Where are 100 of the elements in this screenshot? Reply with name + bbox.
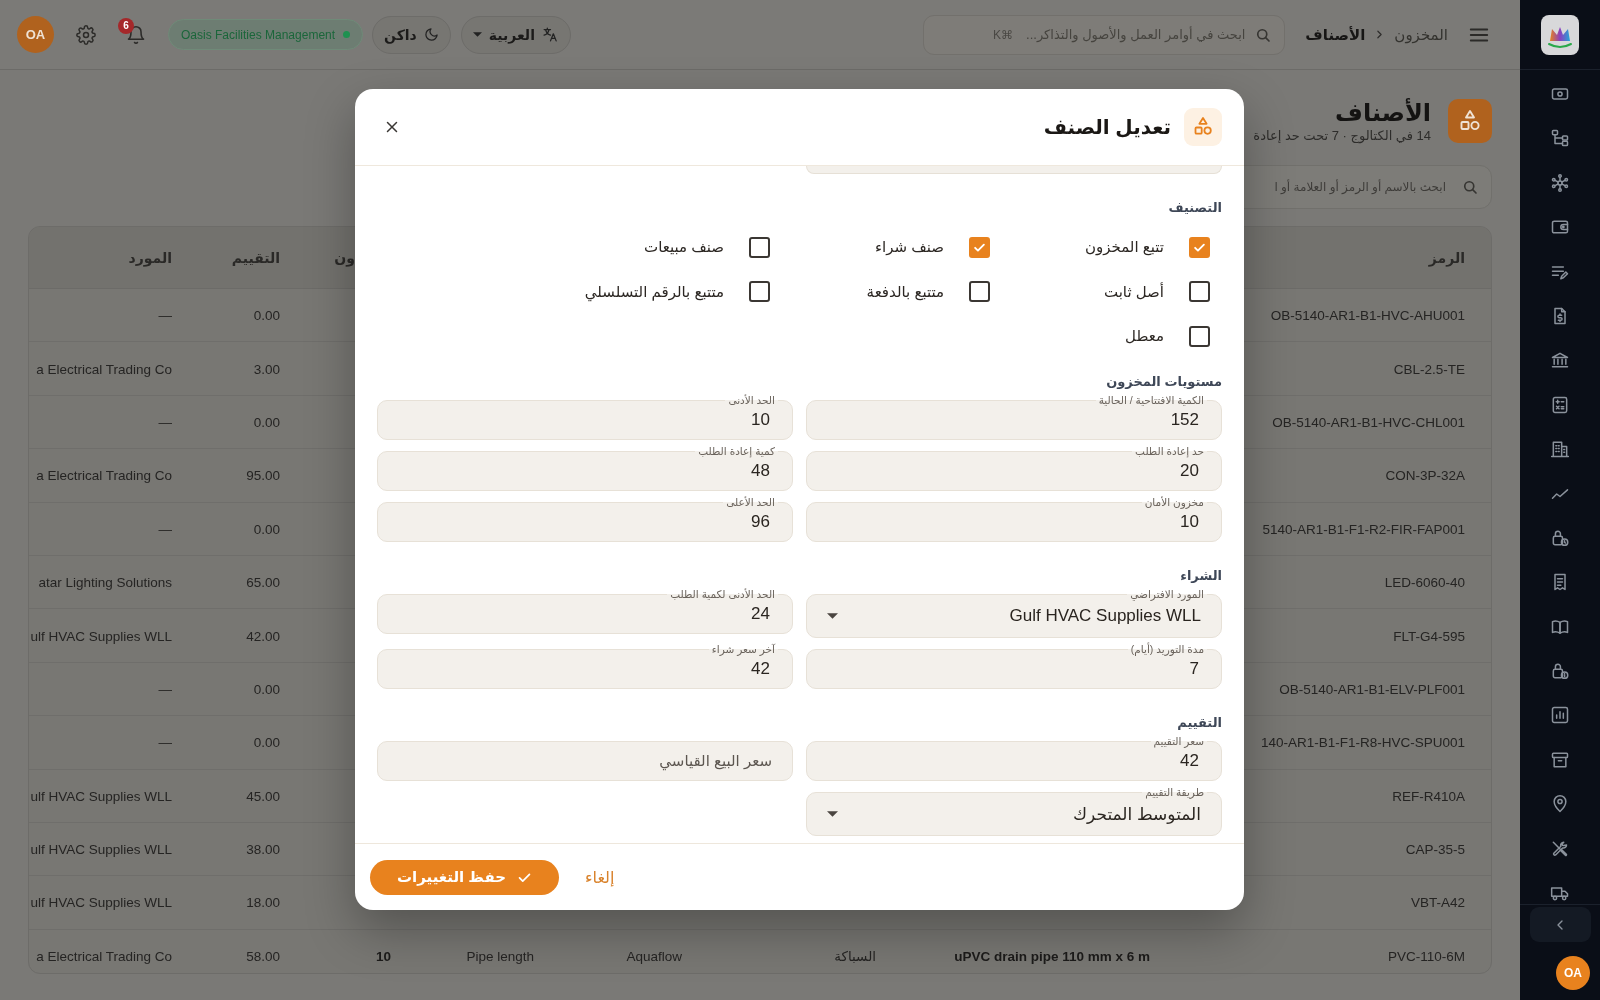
checkbox-label[interactable]: صنف مبيعات — [644, 238, 724, 257]
notification-badge: 6 — [118, 17, 134, 34]
checkbox-label[interactable]: صنف شراء — [874, 238, 944, 257]
field-label: الكمية الافتتاحية / الحالية — [1095, 394, 1207, 406]
caret-icon — [827, 613, 838, 619]
valuation-value: 0.00 — [253, 681, 280, 697]
item-code: LED-6060-40 — [1384, 575, 1465, 591]
field-label: كمية إعادة الطلب — [695, 445, 778, 457]
item-code: 5140-AR1-B1-F1-R2-FIR-FAP001 — [1262, 521, 1465, 537]
column-header: المورد — [128, 249, 172, 266]
field-label: طريقة التقييم — [1142, 786, 1207, 798]
quantity-text: 10 — [375, 948, 391, 964]
logo-icon[interactable] — [1541, 14, 1579, 55]
item-code: CON-3P-32A — [1385, 468, 1465, 484]
section-title: التقييم — [1177, 716, 1222, 730]
valuation-value: 18.00 — [246, 895, 280, 911]
attribute-text: Pipe length — [466, 948, 534, 964]
search-icon — [1461, 178, 1479, 196]
padlock-info-icon[interactable] — [1550, 661, 1570, 682]
checkbox-label[interactable]: تتبع المخزون — [1085, 238, 1164, 257]
column-header: التقييم — [231, 249, 280, 266]
section-title: الشراء — [1180, 569, 1222, 583]
field-label: الحد الأدنى — [725, 394, 778, 406]
valuation-value: 0.00 — [253, 414, 280, 430]
input-field[interactable]: سعر البيع القياسي — [377, 741, 793, 781]
item-code: REF-R410A — [1392, 788, 1465, 804]
bar-chart-icon[interactable] — [1550, 705, 1570, 726]
theme-button[interactable]: داكن — [372, 15, 451, 54]
calculator-icon[interactable] — [1550, 394, 1570, 415]
item-code: CBL-2.5-TE — [1393, 361, 1465, 377]
translate-icon — [541, 26, 559, 43]
caret-icon — [472, 32, 482, 37]
user-avatar[interactable]: OA — [17, 16, 54, 53]
moon-icon — [423, 27, 439, 42]
item-code: 140-AR1-B1-F1-R8-HVC-SPU001 — [1260, 735, 1465, 751]
network-icon[interactable] — [1550, 172, 1570, 193]
building-icon[interactable] — [1550, 439, 1570, 460]
checkbox[interactable] — [1189, 281, 1210, 303]
checkbox[interactable] — [1189, 236, 1210, 258]
item-code: FLT-G4-595 — [1393, 628, 1465, 644]
shapes-icon — [1448, 98, 1492, 143]
field-label: حد إعادة الطلب — [1132, 445, 1207, 457]
map-pin-icon[interactable] — [1550, 794, 1570, 815]
caret-icon — [827, 811, 838, 817]
field-label: مخزون الأمان — [1141, 496, 1207, 508]
checkbox[interactable] — [969, 281, 990, 303]
valuation-value: 0.00 — [253, 308, 280, 324]
category-text: السباكة — [834, 948, 876, 964]
shapes-icon — [1184, 108, 1222, 146]
column-header: الرمز — [1428, 249, 1465, 266]
dialog-title: تعديل الصنف — [1043, 115, 1171, 139]
sitemap-icon[interactable] — [1550, 128, 1570, 149]
supplier-text: — — [158, 308, 172, 324]
supplier-text: — — [158, 414, 172, 430]
checkbox[interactable] — [969, 236, 990, 258]
valuation-value: 95.00 — [246, 468, 280, 484]
supplier-text: ulf HVAC Supplies WLL — [30, 788, 172, 804]
breadcrumb-link[interactable]: الأصناف — [1305, 25, 1366, 44]
supplier-text: a Electrical Trading Co — [36, 468, 172, 484]
valuation-value: 38.00 — [246, 842, 280, 858]
valuation-value: 3.00 — [253, 361, 280, 377]
checkbox-label[interactable]: أصل ثابت — [1103, 282, 1164, 301]
field-label: مدة التوريد (أيام) — [1127, 643, 1207, 655]
checkbox-label[interactable]: متتبع بالدفعة — [866, 282, 944, 301]
section-title: مستويات المخزون — [1106, 375, 1222, 389]
checkbox[interactable] — [749, 281, 770, 303]
valuation-value: 0.00 — [253, 521, 280, 537]
page-subtitle: 14 في الكتالوج · 7 تحت حد إعادة — [1253, 127, 1431, 143]
item-code: PVC-110-6M — [1387, 948, 1465, 964]
supplier-text: atar Lighting Solutions — [38, 575, 172, 591]
checkbox-label[interactable]: معطل — [1125, 327, 1164, 346]
checkbox[interactable] — [1189, 325, 1210, 347]
language-button[interactable]: العربية — [460, 15, 571, 54]
page-title: الأصناف — [1335, 98, 1431, 127]
item-code: OB-5140-AR1-B1-HVC-AHU001 — [1270, 308, 1465, 324]
supplier-text: ulf HVAC Supplies WLL — [30, 895, 172, 911]
brand-text: Aquaflow — [626, 948, 682, 964]
settings-icon[interactable] — [76, 24, 96, 45]
input-field[interactable] — [806, 166, 1222, 174]
field-label: المورد الافتراضي — [1127, 588, 1207, 600]
supplier-text: a Electrical Trading Co — [36, 361, 172, 377]
valuation-value: 0.00 — [253, 735, 280, 751]
checkbox-label[interactable]: متتبع بالرقم التسلسلي — [584, 282, 724, 301]
item-name: uPVC drain pipe 110 mm x 6 m — [954, 948, 1150, 964]
item-code: VBT-A42 — [1410, 895, 1465, 911]
item-code: OB-5140-AR1-B1-HVC-CHL001 — [1272, 414, 1465, 430]
field-label: آخر سعر شراء — [708, 643, 778, 655]
supplier-text: ulf HVAC Supplies WLL — [30, 842, 172, 858]
valuation-value: 58.00 — [246, 948, 280, 964]
checkbox[interactable] — [749, 236, 770, 258]
valuation-value: 65.00 — [246, 575, 280, 591]
valuation-value: 42.00 — [246, 628, 280, 644]
status-dot-icon — [343, 31, 351, 38]
section-title: التصنيف — [1168, 201, 1222, 215]
supplier-text: — — [158, 681, 172, 697]
item-code: OB-5140-AR1-B1-ELV-PLF001 — [1279, 681, 1465, 697]
field-label: الحد الأعلى — [723, 496, 778, 508]
supplier-text: a Electrical Trading Co — [36, 948, 172, 964]
column-header: ون — [334, 249, 355, 266]
supplier-text: — — [158, 735, 172, 751]
